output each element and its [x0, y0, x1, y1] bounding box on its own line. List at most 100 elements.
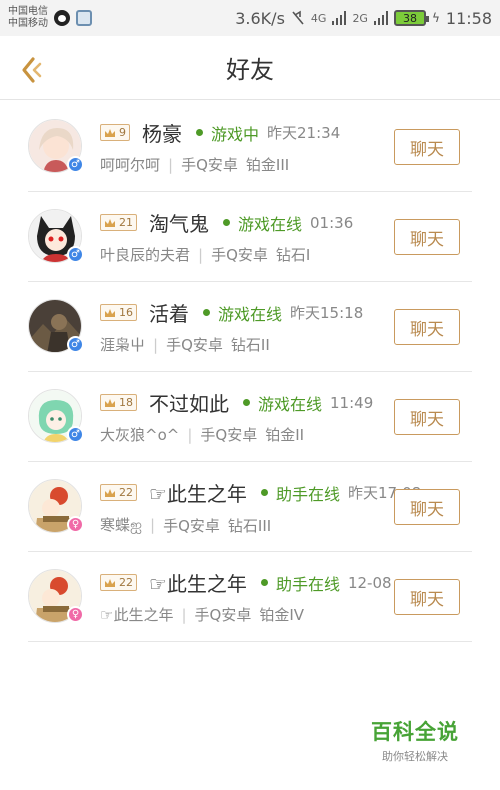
level-value: 22 — [119, 576, 133, 589]
signature: 呵呵尔呵 — [100, 156, 161, 174]
platform: 手Q安卓 — [181, 156, 238, 174]
chat-button[interactable]: 聊天 — [394, 219, 460, 255]
friend-info: 22 ☞此生之年 助手在线 昨天17:08 — [100, 478, 421, 507]
online-status: 游戏在线 — [238, 214, 303, 234]
last-seen-time: 昨天15:18 — [290, 304, 364, 322]
gender-female-icon: ♀ — [67, 516, 84, 533]
level-badge: 18 — [100, 394, 137, 411]
friend-info: 21 淘气鬼 游戏在线 01:36 — [100, 208, 353, 237]
status-bar: 中国电信 中国移动 3.6K/s 4G 2G 38 ϟ 11:58 — [0, 0, 500, 36]
divider: | — [168, 155, 174, 174]
battery-icon: 38 — [393, 10, 429, 26]
chat-button[interactable]: 聊天 — [394, 579, 460, 615]
level-value: 22 — [119, 486, 133, 499]
online-dot — [196, 129, 203, 136]
level-badge: 22 — [100, 484, 137, 501]
level-badge: 16 — [100, 304, 137, 321]
friend-list: ♂ 9 杨豪 游戏中 昨天21:34 呵呵尔呵 | 手Q安卓 铂金III 聊天 — [28, 102, 472, 642]
signature: 叶良辰的夫君 — [100, 246, 191, 264]
online-dot — [260, 489, 268, 496]
last-seen-time: 11:49 — [330, 393, 374, 412]
online-status: 游戏中 — [211, 124, 260, 144]
gender-male-icon: ♂ — [67, 336, 84, 353]
network-type-1: 4G — [310, 11, 327, 25]
online-dot — [260, 579, 268, 586]
chat-button[interactable]: 聊天 — [394, 309, 460, 345]
signature: 大灰狼^o^ — [100, 426, 180, 444]
chat-button[interactable]: 聊天 — [394, 399, 460, 435]
friend-name: ☞此生之年 — [149, 572, 247, 596]
online-status: 助手在线 — [275, 574, 340, 594]
online-dot — [203, 309, 210, 316]
watermark-logo: 百科全说 — [371, 720, 459, 744]
friend-item[interactable]: ♂ 16 活着 游戏在线 昨天15:18 涯枭屮 | 手Q安卓 钻石II 聊天 — [28, 282, 472, 372]
friend-name: ☞此生之年 — [149, 482, 247, 506]
rank: 铂金IV — [259, 606, 305, 624]
platform: 手Q安卓 — [211, 246, 268, 264]
page-title: 好友 — [226, 56, 274, 84]
divider: | — [198, 245, 204, 264]
rank: 铂金II — [265, 426, 305, 444]
signature: 涯枭屮 — [100, 336, 146, 354]
carrier-2: 中国移动 — [8, 18, 48, 29]
friend-name: 不过如此 — [149, 392, 229, 416]
friend-name: 活着 — [149, 302, 189, 326]
friend-item[interactable]: ♀ 22 ☞此生之年 助手在线 12-08 ☞此生之年 | 手Q安卓 铂金IV … — [28, 552, 472, 642]
crown-icon — [105, 218, 115, 227]
page-header: 好友 — [0, 36, 500, 100]
platform: 手Q安卓 — [163, 516, 220, 535]
friend-detail: ☞此生之年 | 手Q安卓 铂金IV — [100, 604, 304, 625]
chat-button[interactable]: 聊天 — [394, 129, 460, 165]
friend-info: 22 ☞此生之年 助手在线 12-08 — [100, 568, 392, 597]
charging-icon: ϟ — [431, 11, 440, 25]
friend-name: 淘气鬼 — [149, 212, 209, 236]
crown-icon — [105, 308, 115, 317]
network-speed: 3.6K/s — [235, 8, 285, 28]
platform: 手Q安卓 — [200, 426, 258, 444]
friend-info: 18 不过如此 游戏在线 11:49 — [100, 388, 373, 417]
friend-item[interactable]: ♂ 9 杨豪 游戏中 昨天21:34 呵呵尔呵 | 手Q安卓 铂金III 聊天 — [28, 102, 472, 192]
signal-icon-1 — [332, 11, 347, 25]
divider: | — [150, 516, 156, 534]
watermark: 百科全说 助你轻松解决 — [360, 716, 470, 764]
signature: 寒蝶ஐ — [100, 516, 143, 534]
carrier-1: 中国电信 — [8, 6, 48, 17]
friend-item[interactable]: ♀ 22 ☞此生之年 助手在线 昨天17:08 寒蝶ஐ | 手Q安卓 钻石III… — [28, 462, 472, 552]
gender-male-icon: ♂ — [67, 426, 84, 443]
gallery-notification-icon — [76, 10, 92, 26]
friend-item[interactable]: ♂ 18 不过如此 游戏在线 11:49 大灰狼^o^ | 手Q安卓 铂金II … — [28, 372, 472, 462]
friend-name: 杨豪 — [142, 122, 182, 146]
friend-detail: 涯枭屮 | 手Q安卓 钻石II — [100, 334, 270, 355]
last-seen-time: 01:36 — [310, 213, 354, 232]
last-seen-time: 昨天21:34 — [267, 124, 341, 142]
friend-detail: 寒蝶ஐ | 手Q安卓 钻石III — [100, 514, 271, 536]
friend-info: 16 活着 游戏在线 昨天15:18 — [100, 298, 363, 327]
rank: 钻石II — [230, 336, 270, 354]
friend-item[interactable]: ♂ 21 淘气鬼 游戏在线 01:36 叶良辰的夫君 | 手Q安卓 钻石I 聊天 — [28, 192, 472, 282]
platform: 手Q安卓 — [194, 606, 252, 624]
rank: 钻石III — [227, 516, 272, 535]
qq-notification-icon — [54, 10, 70, 26]
rank: 铂金III — [245, 156, 290, 174]
divider: | — [187, 425, 193, 444]
back-arrow-icon — [22, 57, 42, 83]
friend-detail: 呵呵尔呵 | 手Q安卓 铂金III — [100, 154, 289, 175]
chat-button[interactable]: 聊天 — [394, 489, 460, 525]
status-right: 3.6K/s 4G 2G 38 ϟ 11:58 — [235, 9, 492, 28]
gender-male-icon: ♂ — [67, 156, 84, 173]
signature: ☞此生之年 — [100, 606, 174, 624]
online-status: 游戏在线 — [258, 394, 323, 414]
level-value: 16 — [119, 306, 133, 319]
crown-icon — [105, 578, 115, 587]
watermark-slogan: 助你轻松解决 — [382, 750, 448, 763]
back-button[interactable] — [16, 54, 48, 86]
gender-female-icon: ♀ — [67, 606, 84, 623]
level-badge: 9 — [100, 124, 130, 141]
online-dot — [223, 219, 230, 226]
level-value: 21 — [119, 216, 133, 229]
platform: 手Q安卓 — [166, 336, 223, 354]
rank: 钻石I — [275, 246, 311, 264]
friend-detail: 叶良辰的夫君 | 手Q安卓 钻石I — [100, 244, 310, 265]
carrier-info: 中国电信 中国移动 — [8, 6, 48, 30]
level-badge: 22 — [100, 574, 137, 591]
